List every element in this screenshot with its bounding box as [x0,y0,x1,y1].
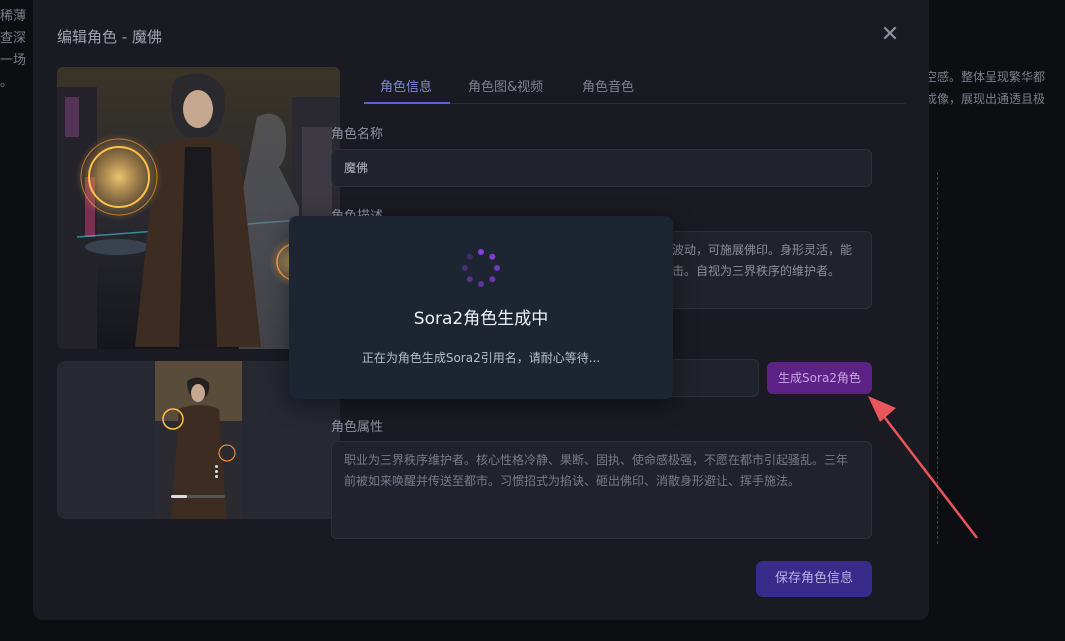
tab-images-video[interactable]: 角色图&视频 [468,76,543,95]
bg-line: 成像，展现出通透且极 [925,92,1046,106]
save-character-button[interactable]: 保存角色信息 [756,561,872,597]
loading-dialog: Sora2角色生成中 正在为角色生成Sora2引用名，请耐心等待... [289,216,673,399]
video-player[interactable] [155,361,242,519]
tab-voice[interactable]: 角色音色 [582,76,634,95]
attributes-textarea[interactable]: 职业为三界秩序维护者。核心性格冷静、果断、固执、使命感极强，不愿在都市引起骚乱。… [331,441,872,539]
tab-character-info[interactable]: 角色信息 [380,76,432,95]
video-progress-bar[interactable] [171,495,225,498]
video-progress-fill [171,495,188,498]
name-label: 角色名称 [331,127,384,142]
video-more-icon[interactable] [215,465,219,480]
close-icon: ✕ [880,22,900,47]
close-button[interactable]: ✕ [879,24,901,46]
attributes-label: 角色属性 [331,420,384,435]
active-tab-indicator [364,102,450,104]
loading-spinner-icon [462,249,500,287]
bg-line: 空感。整体呈现繁华都 [925,70,1046,84]
generate-sora2-button[interactable]: 生成Sora2角色 [767,362,872,394]
description-text-line: 击。自视为三界秩序的维护者。 [672,264,841,278]
loading-title: Sora2角色生成中 [413,309,549,329]
name-input[interactable]: 魔佛 [331,149,872,187]
description-text-line: 波动，可施展佛印。身形灵活，能 [672,243,853,257]
tab-bar: 角色信息 角色图&视频 角色音色 [364,66,905,104]
annotation-arrow-icon [868,396,978,539]
loading-subtitle: 正在为角色生成Sora2引用名，请耐心等待... [361,351,601,365]
modal-title: 编辑角色 - 魔佛 [57,28,162,46]
background-text-right: 空感。整体呈现繁华都 成像，展现出通透且极 [925,66,1065,110]
